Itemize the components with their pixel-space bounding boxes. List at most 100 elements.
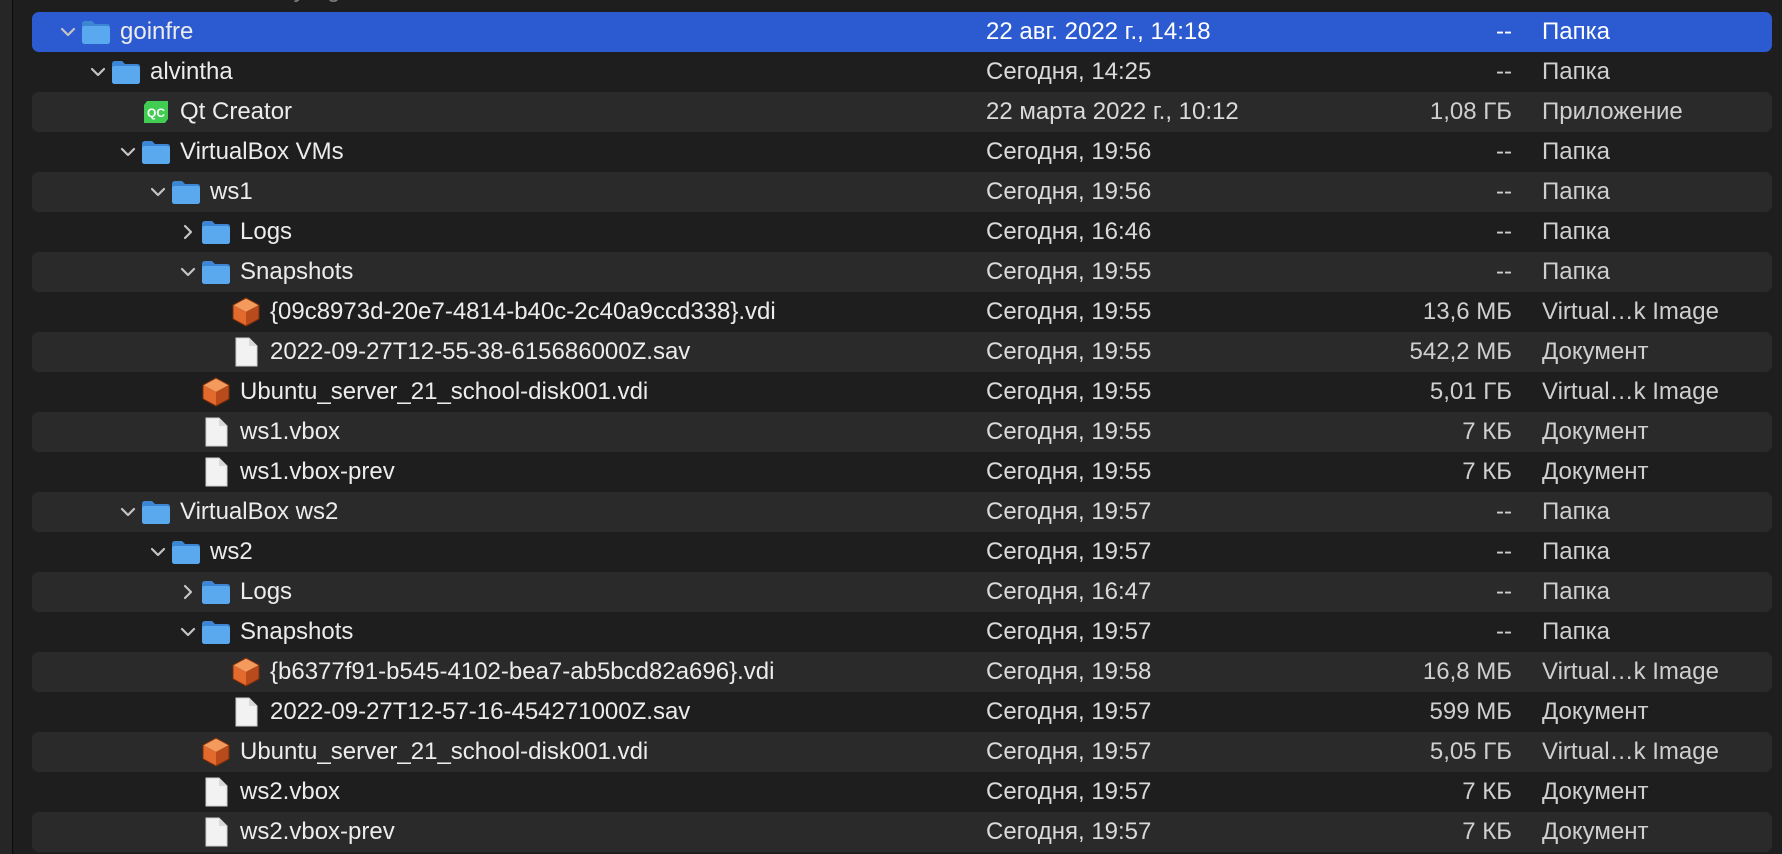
- file-row[interactable]: Snapshots Сегодня, 19:55 -- Папка: [32, 252, 1772, 292]
- file-row[interactable]: ws2.vbox-prev Сегодня, 19:57 7 КБ Документ: [32, 812, 1772, 852]
- file-row[interactable]: ws1 Сегодня, 19:56 -- Папка: [32, 172, 1772, 212]
- folder-icon: [200, 572, 232, 612]
- folder-icon: [200, 252, 232, 292]
- file-row[interactable]: 2022-09-27T12-57-16-454271000Z.sav Сегодн…: [32, 692, 1772, 732]
- file-size: --: [1496, 578, 1512, 605]
- folder-icon: [80, 12, 112, 52]
- file-name: Ubuntu_server_21_school-disk001.vdi: [240, 738, 649, 765]
- file-name: goinfre: [120, 18, 194, 45]
- file-name: 2022-09-27T12-55-38-615686000Z.sav: [270, 338, 691, 365]
- file-size: --: [1496, 258, 1512, 285]
- file-row[interactable]: ws2.vbox Сегодня, 19:57 7 КБ Документ: [32, 772, 1772, 812]
- file-row[interactable]: Logs Сегодня, 16:46 -- Папка: [32, 212, 1772, 252]
- file-size: 599 МБ: [1429, 698, 1512, 725]
- file-name: ws1: [210, 178, 253, 205]
- file-kind: Папка: [1542, 218, 1610, 245]
- file-kind: Документ: [1542, 338, 1649, 365]
- file-row[interactable]: goinfre 22 авг. 2022 г., 14:18 -- Папка: [32, 12, 1772, 52]
- file-name: ws1.vbox: [240, 418, 341, 445]
- file-row[interactable]: ws1.vbox Сегодня, 19:55 7 КБ Документ: [32, 412, 1772, 452]
- file-row[interactable]: ws2 Сегодня, 19:57 -- Папка: [32, 532, 1772, 572]
- file-kind: Документ: [1542, 818, 1649, 845]
- file-size: --: [1496, 538, 1512, 565]
- file-row[interactable]: VirtualBox VMs Сегодня, 19:56 -- Папка: [32, 132, 1772, 172]
- file-kind: Папка: [1542, 178, 1610, 205]
- file-name: Logs: [240, 578, 293, 605]
- window-left-edge: [0, 0, 13, 854]
- folder-icon: [200, 212, 232, 252]
- file-size: 1,08 ГБ: [1429, 98, 1512, 125]
- file-name: ws1.vbox-prev: [240, 458, 395, 485]
- file-kind: Папка: [1542, 0, 1610, 10]
- file-date-modified: Сегодня, 19:56: [986, 178, 1152, 205]
- file-size: --: [1496, 138, 1512, 165]
- file-date-modified: Сегодня, 19:58: [986, 658, 1152, 685]
- file-kind: Папка: [1542, 138, 1610, 165]
- file-date-modified: 22 марта 2022 г., 10:12: [986, 98, 1239, 125]
- file-kind: Virtual…k Image: [1542, 738, 1719, 765]
- folder-icon: [170, 532, 202, 572]
- file-size: --: [1496, 618, 1512, 645]
- file-kind: Папка: [1542, 258, 1610, 285]
- file-size: 7 КБ: [1462, 458, 1512, 485]
- file-row[interactable]: Logs Сегодня, 16:47 -- Папка: [32, 572, 1772, 612]
- file-size: 7 КБ: [1462, 418, 1512, 445]
- file-kind: Документ: [1542, 458, 1649, 485]
- file-size: 5,01 ГБ: [1429, 378, 1512, 405]
- file-date-modified: Сегодня, 19:57: [986, 618, 1152, 645]
- disclosure-expanded-icon[interactable]: [117, 132, 139, 172]
- file-date-modified: Сегодня, 14:25: [986, 58, 1152, 85]
- file-kind: Папка: [1542, 578, 1610, 605]
- document-icon: [200, 452, 232, 492]
- disclosure-expanded-icon[interactable]: [147, 532, 169, 572]
- disclosure-expanded-icon[interactable]: [117, 492, 139, 532]
- file-date-modified: Сегодня, 19:57: [986, 498, 1152, 525]
- file-kind: Документ: [1542, 418, 1649, 445]
- folder-icon: [170, 172, 202, 212]
- file-size: 13,6 МБ: [1422, 298, 1512, 325]
- file-date-modified: Сегодня, 19:55: [986, 298, 1152, 325]
- file-name: ws2: [210, 538, 253, 565]
- file-date-modified: Сегодня, 19:57: [986, 538, 1152, 565]
- disclosure-collapsed-icon[interactable]: [177, 572, 199, 612]
- disclosure-collapsed-icon[interactable]: [177, 212, 199, 252]
- file-date-modified: Сегодня, 19:57: [986, 778, 1152, 805]
- file-kind: Virtual…k Image: [1542, 298, 1719, 325]
- file-date-modified: 22 авг. 2022 г., 14:18: [986, 18, 1211, 45]
- file-kind: Документ: [1542, 698, 1649, 725]
- file-size: 5,05 ГБ: [1429, 738, 1512, 765]
- folder-icon: [110, 52, 142, 92]
- virtualbox-disk-icon: [200, 372, 232, 412]
- disclosure-expanded-icon[interactable]: [177, 612, 199, 652]
- file-name: Ubuntu_server_21_school-disk001.vdi: [240, 378, 649, 405]
- disclosure-expanded-icon[interactable]: [57, 12, 79, 52]
- file-row[interactable]: {09c8973d-20e7-4814-b40c-2c40a9ccd338}.v…: [32, 292, 1772, 332]
- disclosure-expanded-icon[interactable]: [87, 52, 109, 92]
- file-row[interactable]: 2022-09-27T12-55-38-615686000Z.sav Сегодн…: [32, 332, 1772, 372]
- disclosure-expanded-icon[interactable]: [177, 252, 199, 292]
- file-size: 542,2 МБ: [1409, 338, 1512, 365]
- file-row[interactable]: VirtualBox ws2 Сегодня, 19:57 -- Папка: [32, 492, 1772, 532]
- disclosure-expanded-icon[interactable]: [147, 172, 169, 212]
- file-date-modified: Сегодня, 19:55: [986, 258, 1152, 285]
- file-kind: Папка: [1542, 58, 1610, 85]
- virtualbox-disk-icon: [230, 652, 262, 692]
- file-row[interactable]: Ubuntu_server_21_school-disk001.vdi Сегод…: [32, 372, 1772, 412]
- file-date-modified: Сегодня, 19:56: [986, 138, 1152, 165]
- folder-icon: [140, 492, 172, 532]
- file-row[interactable]: QC Qt Creator 22 марта 2022 г., 10:12 1,08 …: [32, 92, 1772, 132]
- file-row[interactable]: Snapshots Сегодня, 19:57 -- Папка: [32, 612, 1772, 652]
- file-row[interactable]: ws1.vbox-prev Сегодня, 19:55 7 КБ Документ: [32, 452, 1772, 492]
- file-name: VirtualBox VMs: [180, 138, 344, 165]
- file-row[interactable]: {b6377f91-b545-4102-bea7-ab5bcd82a696}.v…: [32, 652, 1772, 692]
- file-row[interactable]: alvintha Сегодня, 14:25 -- Папка: [32, 52, 1772, 92]
- file-row[interactable]: Ubuntu_server_21_school-disk001.vdi Сегод…: [32, 732, 1772, 772]
- document-icon: [200, 412, 232, 452]
- file-name: 2022-09-27T12-57-16-454271000Z.sav: [270, 698, 691, 725]
- file-size: 16,8 МБ: [1422, 658, 1512, 685]
- svg-text:QC: QC: [147, 106, 165, 120]
- file-date-modified: Сегодня, 19:57: [986, 698, 1152, 725]
- file-date-modified: 15 авг. 2021 г., 12:49: [986, 0, 1211, 10]
- file-kind: Папка: [1542, 618, 1610, 645]
- file-name: Logs: [240, 218, 293, 245]
